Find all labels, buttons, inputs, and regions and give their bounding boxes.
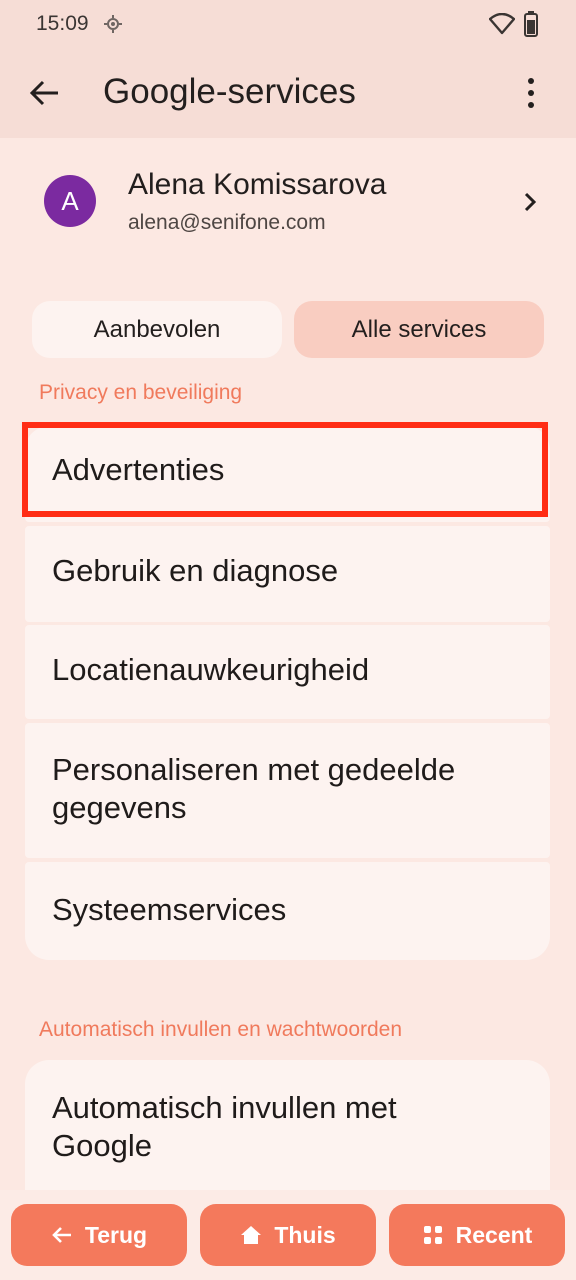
- list-item-label: Automatisch invullen met Google: [52, 1090, 397, 1163]
- privacy-list: Advertenties Gebruik en diagnose Locatie…: [25, 426, 550, 960]
- list-item-gebruik-en-diagnose[interactable]: Gebruik en diagnose: [25, 526, 550, 622]
- tab-all-services[interactable]: Alle services: [294, 301, 544, 358]
- section-header-autofill: Automatisch invullen en wachtwoorden: [39, 1018, 403, 1041]
- home-button[interactable]: Thuis: [200, 1204, 376, 1266]
- account-name: Alena Komissarova: [128, 168, 387, 201]
- account-row[interactable]: A Alena Komissarova alena@senifone.com: [0, 138, 576, 268]
- list-item-locatienauwkeurigheid[interactable]: Locatienauwkeurigheid: [25, 625, 550, 719]
- list-item-advertenties[interactable]: Advertenties: [25, 426, 550, 522]
- battery-icon: [524, 11, 538, 37]
- autofill-list: Automatisch invullen met Google: [25, 1060, 550, 1210]
- list-item-label: Systeemservices: [52, 892, 287, 927]
- recent-button[interactable]: Recent: [389, 1204, 565, 1266]
- back-button[interactable]: Terug: [11, 1204, 187, 1266]
- list-item-label: Advertenties: [52, 452, 225, 487]
- list-item-autofill-google[interactable]: Automatisch invullen met Google: [25, 1060, 550, 1210]
- tab-recommended[interactable]: Aanbevolen: [32, 301, 282, 358]
- chevron-right-icon: [524, 192, 537, 212]
- page-title: Google-services: [103, 72, 356, 111]
- bottom-nav-bar: Terug Thuis Recent: [0, 1190, 576, 1280]
- recent-apps-icon: [423, 1226, 442, 1244]
- back-button-label: Terug: [84, 1221, 148, 1248]
- home-icon: [241, 1226, 262, 1244]
- home-button-label: Thuis: [274, 1221, 336, 1248]
- list-item-systeemservices[interactable]: Systeemservices: [25, 862, 550, 960]
- status-time: 15:09: [36, 12, 89, 35]
- arrow-left-icon: [52, 1227, 71, 1243]
- more-options-icon[interactable]: [516, 76, 546, 110]
- account-email: alena@senifone.com: [128, 211, 326, 234]
- wifi-icon: [489, 13, 515, 35]
- back-arrow-icon[interactable]: [28, 76, 62, 110]
- location-icon: [104, 15, 122, 33]
- recent-button-label: Recent: [455, 1221, 533, 1248]
- list-item-label: Locatienauwkeurigheid: [52, 652, 370, 687]
- avatar: A: [44, 175, 96, 227]
- list-item-personaliseren[interactable]: Personaliseren met gedeelde gegevens: [25, 723, 550, 858]
- list-item-label: Gebruik en diagnose: [52, 553, 339, 588]
- app-bar: Google-services: [0, 50, 576, 138]
- status-bar: 15:09: [0, 0, 576, 50]
- section-header-privacy: Privacy en beveiliging: [39, 381, 243, 404]
- list-item-label: Personaliseren met gedeelde gegevens: [52, 752, 456, 825]
